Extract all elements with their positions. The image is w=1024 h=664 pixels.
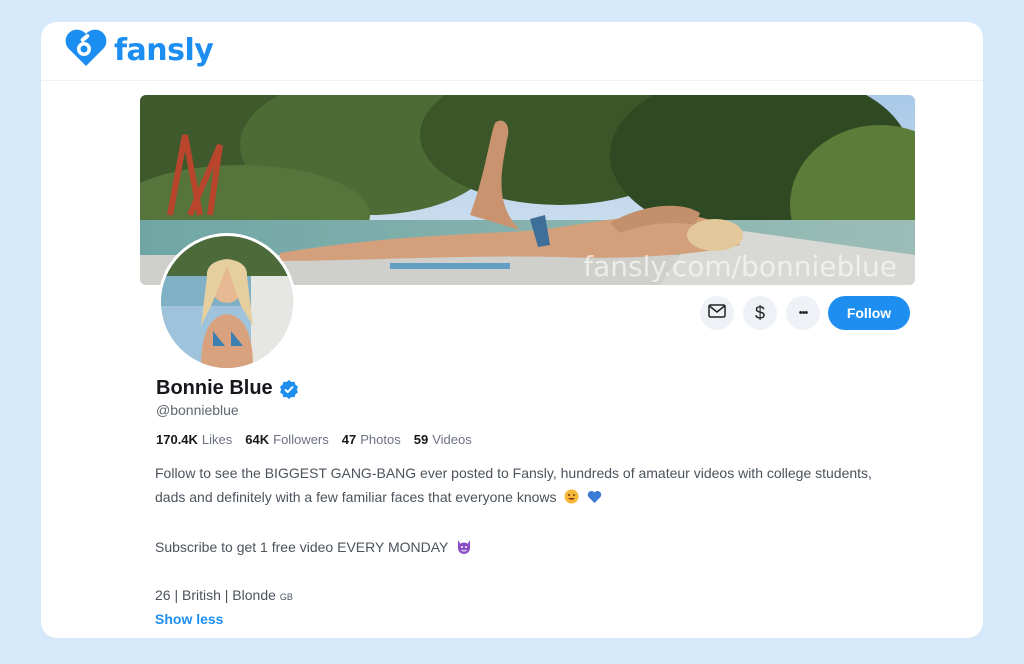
grinning-face-icon xyxy=(564,489,579,507)
stat-label: Followers xyxy=(273,432,329,447)
display-name: Bonnie Blue xyxy=(156,377,273,399)
more-options-button[interactable]: ••• xyxy=(786,296,820,330)
stat-videos[interactable]: 59 Videos xyxy=(414,432,472,447)
avatar[interactable] xyxy=(158,233,296,371)
show-less-link[interactable]: Show less xyxy=(155,611,223,627)
bio-line-4: 26 | British | Blonde GB xyxy=(155,587,293,603)
stat-likes[interactable]: 170.4K Likes xyxy=(156,432,232,447)
profile-name-row: Bonnie Blue xyxy=(156,377,299,400)
profile-card: fansly fansly.com/bonnieblue $ ••• Follo… xyxy=(41,22,983,638)
flag-gb-icon: GB xyxy=(279,592,293,602)
stat-value: 59 xyxy=(413,432,429,447)
profile-stats: 170.4K Likes 64K Followers 47 Photos 59 Vide… xyxy=(156,432,485,447)
dollar-icon: $ xyxy=(754,302,765,323)
bio-line-2: dads and definitely with a few familiar … xyxy=(155,489,602,507)
brand-logo[interactable]: fansly xyxy=(63,28,214,73)
stat-label: Videos xyxy=(432,432,472,447)
tip-button[interactable]: $ xyxy=(743,296,777,330)
top-bar: fansly xyxy=(41,22,983,81)
stat-label: Photos xyxy=(360,432,401,447)
message-button[interactable] xyxy=(700,296,734,330)
heart-lock-icon xyxy=(63,28,109,73)
bio-line-4-text: 26 | British | Blonde xyxy=(155,587,276,603)
bio-line-3: Subscribe to get 1 free video EVERY MOND… xyxy=(155,539,472,557)
envelope-icon xyxy=(708,303,726,323)
bio-line-2-text: dads and definitely with a few familiar … xyxy=(155,489,557,505)
purple-devil-icon xyxy=(456,539,472,557)
stat-label: Likes xyxy=(201,432,233,447)
bio-line-3-text: Subscribe to get 1 free video EVERY MOND… xyxy=(155,539,449,555)
more-dots-icon: ••• xyxy=(798,307,809,319)
blue-heart-icon xyxy=(587,490,602,507)
stat-value: 47 xyxy=(341,432,357,447)
avatar-image xyxy=(161,236,293,368)
stat-value: 64K xyxy=(245,432,270,447)
stat-value: 170.4K xyxy=(156,432,198,447)
stat-photos[interactable]: 47 Photos xyxy=(342,432,401,447)
banner-watermark: fansly.com/bonnieblue xyxy=(583,250,897,283)
profile-handle: @bonnieblue xyxy=(156,402,239,418)
brand-name: fansly xyxy=(114,33,214,68)
follow-button[interactable]: Follow xyxy=(828,296,910,330)
bio-line-1: Follow to see the BIGGEST GANG-BANG ever… xyxy=(155,465,872,481)
verified-badge-icon xyxy=(279,379,299,399)
stat-followers[interactable]: 64K Followers xyxy=(245,432,328,447)
